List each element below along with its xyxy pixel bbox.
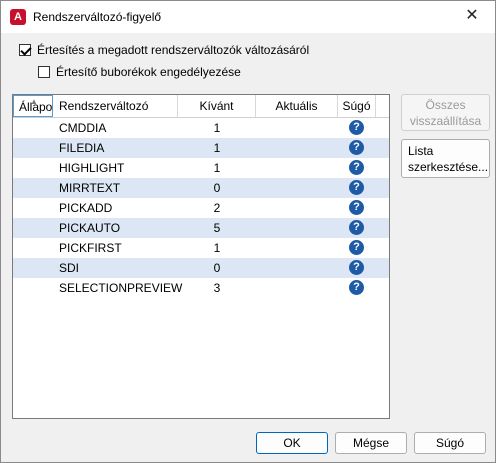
- current-value-cell: [256, 198, 338, 218]
- title-bar: A Rendszerváltozó-figyelő ✕: [1, 1, 495, 33]
- current-value-cell: [256, 118, 338, 138]
- sysvar-name-cell: FILEDIA: [59, 141, 105, 155]
- desired-value-cell[interactable]: 0: [178, 178, 256, 198]
- help-button[interactable]: Súgó: [414, 432, 486, 454]
- column-header-current[interactable]: Aktuális: [256, 95, 338, 117]
- sysvar-name-cell: SELECTIONPREVIEW: [59, 281, 183, 295]
- balloon-label: Értesítő buborékok engedélyezése: [56, 65, 241, 79]
- sysvar-name-cell: PICKAUTO: [59, 221, 121, 235]
- balloon-option[interactable]: Értesítő buborékok engedélyezése: [38, 65, 241, 79]
- table-row[interactable]: HIGHLIGHT 1?: [13, 158, 389, 178]
- sort-up-icon: ▲: [30, 97, 38, 106]
- desired-value-cell[interactable]: 1: [178, 118, 256, 138]
- table-row[interactable]: SDI 0?: [13, 258, 389, 278]
- desired-value-cell[interactable]: 1: [178, 138, 256, 158]
- notify-checkbox[interactable]: [19, 44, 31, 56]
- current-value-cell: [256, 278, 338, 298]
- sysvar-name-cell: SDI: [59, 261, 80, 275]
- sysvar-name-cell: PICKADD: [59, 201, 113, 215]
- help-icon[interactable]: ?: [349, 180, 364, 195]
- table-row[interactable]: SELECTIONPREVIEW 3?: [13, 278, 389, 298]
- help-icon[interactable]: ?: [349, 260, 364, 275]
- desired-value-cell[interactable]: 0: [178, 258, 256, 278]
- desired-value-cell[interactable]: 5: [178, 218, 256, 238]
- column-header-help[interactable]: Súgó: [338, 95, 376, 117]
- sysvar-name-cell: PICKFIRST: [59, 241, 122, 255]
- help-icon[interactable]: ?: [349, 160, 364, 175]
- current-value-cell: [256, 178, 338, 198]
- app-icon: A: [10, 9, 26, 25]
- cancel-button[interactable]: Mégse: [335, 432, 407, 454]
- sysvar-name-cell: CMDDIA: [59, 121, 107, 135]
- table-row[interactable]: MIRRTEXT 0?: [13, 178, 389, 198]
- column-header-desired[interactable]: Kívánt: [178, 95, 256, 117]
- reset-all-button[interactable]: Összes visszaállítása: [401, 94, 490, 131]
- column-header-state[interactable]: ▲ Állapot: [13, 95, 53, 117]
- table-header: ▲ Állapot Rendszerváltozó Kívánt Aktuáli…: [13, 95, 389, 118]
- desired-value-cell[interactable]: 2: [178, 198, 256, 218]
- help-icon[interactable]: ?: [349, 200, 364, 215]
- sysvar-name-cell: HIGHLIGHT: [59, 161, 125, 175]
- table-row[interactable]: PICKAUTO 5?: [13, 218, 389, 238]
- table-row[interactable]: PICKADD 2?: [13, 198, 389, 218]
- sysvar-name-cell: MIRRTEXT: [59, 181, 121, 195]
- balloon-checkbox[interactable]: [38, 66, 50, 78]
- notify-label: Értesítés a megadott rendszerváltozók vá…: [37, 43, 310, 57]
- edit-list-button[interactable]: Lista szerkesztése...: [401, 139, 490, 178]
- help-icon[interactable]: ?: [349, 240, 364, 255]
- desired-value-cell[interactable]: 1: [178, 158, 256, 178]
- current-value-cell: [256, 138, 338, 158]
- current-value-cell: [256, 238, 338, 258]
- help-icon[interactable]: ?: [349, 120, 364, 135]
- sysvar-table[interactable]: ▲ Állapot Rendszerváltozó Kívánt Aktuáli…: [12, 94, 390, 419]
- table-row[interactable]: CMDDIA 1?: [13, 118, 389, 138]
- table-row[interactable]: PICKFIRST 1?: [13, 238, 389, 258]
- table-row[interactable]: FILEDIA 1?: [13, 138, 389, 158]
- current-value-cell: [256, 158, 338, 178]
- ok-button[interactable]: OK: [256, 432, 328, 454]
- desired-value-cell[interactable]: 3: [178, 278, 256, 298]
- help-icon[interactable]: ?: [349, 220, 364, 235]
- window-title: Rendszerváltozó-figyelő: [33, 10, 162, 24]
- current-value-cell: [256, 218, 338, 238]
- notify-option[interactable]: Értesítés a megadott rendszerváltozók vá…: [19, 43, 309, 57]
- column-header-sysvar[interactable]: Rendszerváltozó: [53, 95, 178, 117]
- dialog-window: A Rendszerváltozó-figyelő ✕ Értesítés a …: [0, 0, 496, 463]
- current-value-cell: [256, 258, 338, 278]
- desired-value-cell[interactable]: 1: [178, 238, 256, 258]
- close-icon[interactable]: ✕: [449, 1, 495, 33]
- help-icon[interactable]: ?: [349, 280, 364, 295]
- help-icon[interactable]: ?: [349, 140, 364, 155]
